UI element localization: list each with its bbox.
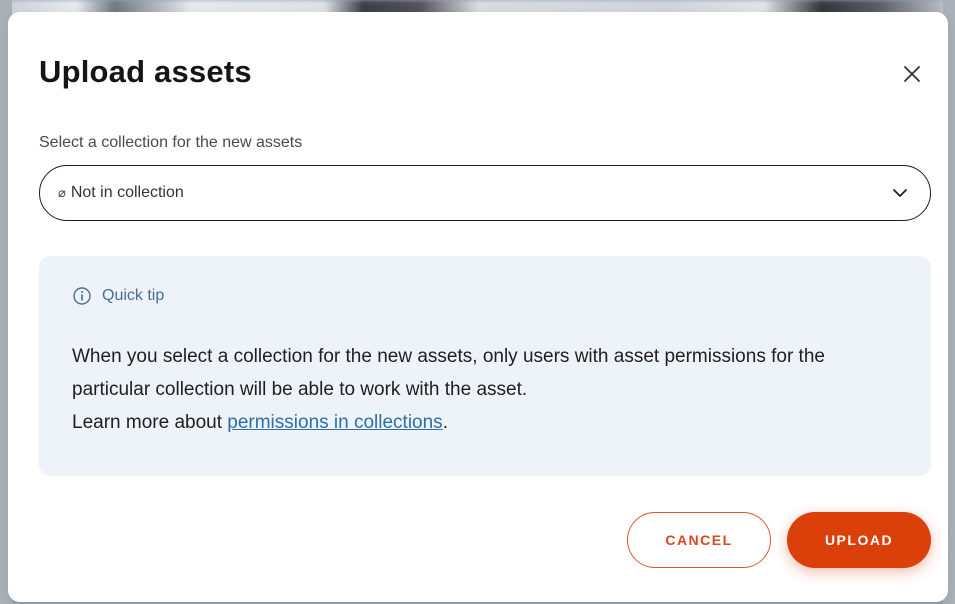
close-icon [904,66,920,82]
learn-more-suffix: . [442,412,448,433]
upload-button[interactable]: UPLOAD [787,512,931,568]
close-button[interactable] [898,60,926,88]
upload-assets-dialog: Upload assets Select a collection for th… [8,12,948,602]
learn-more-text: Learn more about permissions in collecti… [72,412,448,434]
info-icon [72,286,92,306]
no-collection-icon: ⌀ [58,185,66,200]
quick-tip-panel: Quick tip When you select a collection f… [39,256,931,476]
permissions-link[interactable]: permissions in collections [227,412,442,433]
collection-select-label: Select a collection for the new assets [39,134,303,151]
collection-select[interactable]: ⌀ Not in collection [39,165,931,221]
learn-more-prefix: Learn more about [72,412,228,433]
quick-tip-title: Quick tip [102,287,165,304]
dialog-title: Upload assets [39,54,252,89]
collection-select-value: Not in collection [70,184,184,201]
cancel-button[interactable]: CANCEL [627,512,771,568]
quick-tip-header: Quick tip [72,286,164,306]
chevron-down-icon [890,183,910,203]
quick-tip-text: When you select a collection for the new… [72,346,825,400]
